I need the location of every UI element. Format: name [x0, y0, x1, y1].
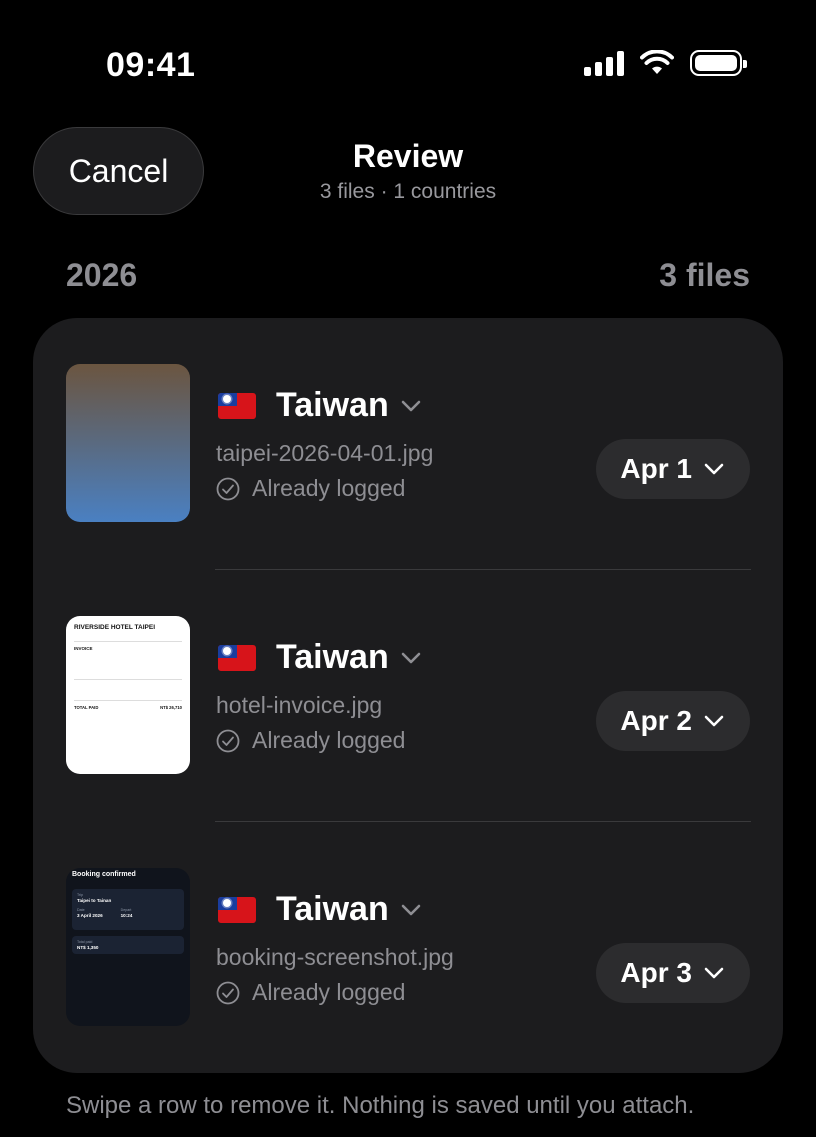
- wifi-icon: [640, 50, 674, 74]
- country-name: Taiwan: [276, 638, 389, 676]
- file-row[interactable]: Taiwan taipei-2026-04-01.jpg Already log…: [33, 318, 783, 570]
- footer-note: Swipe a row to remove it. Nothing is sav…: [66, 1092, 695, 1119]
- logged-status: Already logged: [216, 979, 405, 1006]
- taiwan-flag-icon: [218, 644, 256, 671]
- country-name: Taiwan: [276, 890, 389, 928]
- logged-status-label: Already logged: [252, 475, 406, 501]
- taiwan-flag-icon: [218, 896, 256, 923]
- country-name: Taiwan: [276, 386, 389, 424]
- country-selector[interactable]: Taiwan: [218, 386, 421, 425]
- logged-status-label: Already logged: [252, 979, 406, 1005]
- invoice-thumbnail: RIVERSIDE HOTEL TAIPEI INVOICE TOTAL PAI…: [66, 616, 190, 774]
- date-label: Apr 3: [620, 957, 692, 988]
- photo-thumbnail: [66, 364, 190, 522]
- chevron-down-icon: [704, 463, 724, 475]
- file-row[interactable]: Booking confirmed Trip Taipei to Tainan …: [33, 822, 783, 1074]
- logged-status: Already logged: [216, 475, 405, 502]
- logged-status-label: Already logged: [252, 727, 406, 753]
- section-file-count: 3 files: [659, 257, 750, 293]
- status-icons: [584, 50, 747, 76]
- file-name: hotel-invoice.jpg: [216, 692, 383, 718]
- invoice-thumb-total-label: TOTAL PAID: [74, 704, 99, 710]
- check-circle-icon: [216, 729, 240, 752]
- page-title: Review: [352, 138, 464, 174]
- chevron-down-icon: [401, 904, 421, 915]
- file-name: booking-screenshot.jpg: [216, 944, 454, 970]
- section-year: 2026: [66, 257, 138, 293]
- check-circle-icon: [216, 981, 240, 1004]
- battery-icon: [690, 50, 747, 76]
- invoice-thumb-total-value: NT$ 26,710: [160, 704, 182, 710]
- booking-thumb-title: Booking confirmed: [72, 871, 136, 878]
- country-selector[interactable]: Taiwan: [218, 890, 421, 929]
- date-picker-button[interactable]: Apr 1: [596, 439, 750, 499]
- check-circle-icon: [216, 477, 240, 500]
- page-subtitle: 3 files · 1 countries: [319, 180, 497, 203]
- date-label: Apr 1: [620, 453, 692, 484]
- cellular-signal-icon: [584, 50, 624, 76]
- country-selector[interactable]: Taiwan: [218, 638, 421, 677]
- chevron-down-icon: [704, 715, 724, 727]
- status-bar: 09:41: [0, 0, 816, 110]
- chevron-down-icon: [401, 400, 421, 411]
- date-picker-button[interactable]: Apr 2: [596, 691, 750, 751]
- file-row[interactable]: RIVERSIDE HOTEL TAIPEI INVOICE TOTAL PAI…: [33, 570, 783, 822]
- file-list-card: Taiwan taipei-2026-04-01.jpg Already log…: [33, 318, 783, 1073]
- status-time: 09:41: [106, 46, 196, 84]
- chevron-down-icon: [704, 967, 724, 979]
- invoice-thumb-title: RIVERSIDE HOTEL TAIPEI: [74, 624, 156, 631]
- file-name: taipei-2026-04-01.jpg: [216, 440, 434, 466]
- chevron-down-icon: [401, 652, 421, 663]
- date-picker-button[interactable]: Apr 3: [596, 943, 750, 1003]
- booking-thumbnail: Booking confirmed Trip Taipei to Tainan …: [66, 868, 190, 1026]
- taiwan-flag-icon: [218, 392, 256, 419]
- invoice-thumb-heading: INVOICE: [74, 646, 93, 651]
- date-label: Apr 2: [620, 705, 692, 736]
- logged-status: Already logged: [216, 727, 405, 754]
